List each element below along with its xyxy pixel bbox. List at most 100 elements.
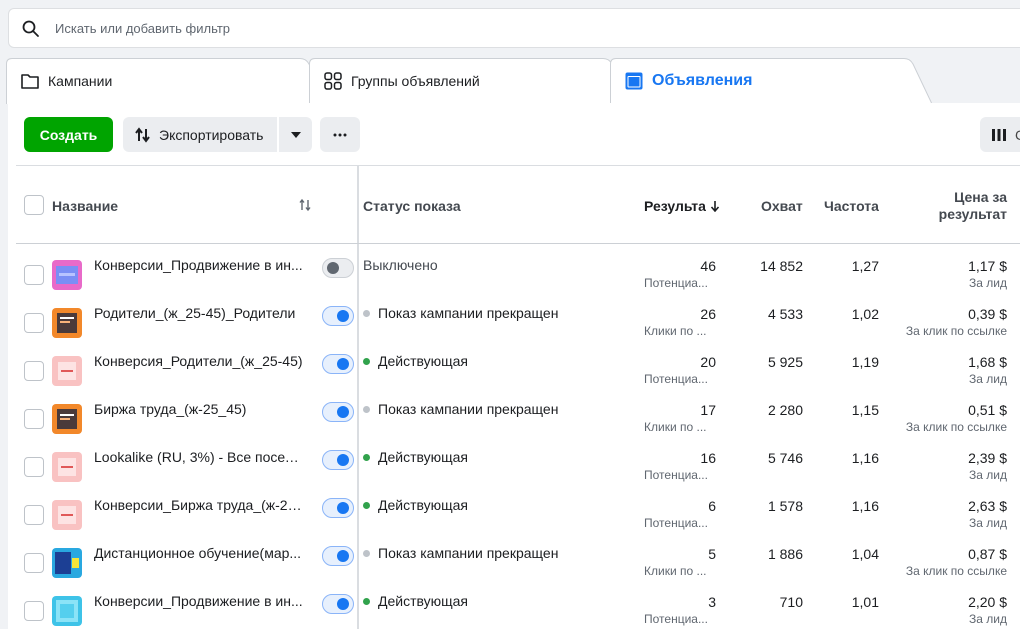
active-status-dot — [363, 453, 370, 461]
arrow-down-icon — [710, 201, 719, 213]
header-results-label: Результа — [644, 198, 706, 214]
ad-toggle[interactable] — [322, 306, 354, 326]
columns-label: C — [1015, 127, 1020, 143]
ad-thumbnail[interactable] — [52, 548, 82, 578]
inactive-status-dot — [363, 309, 370, 317]
table-row[interactable]: Родители_(ж_25-45)_Родители Показ кампани… — [8, 301, 1020, 349]
row-checkbox[interactable] — [24, 505, 44, 525]
toggle-knob — [337, 358, 349, 370]
row-checkbox[interactable] — [24, 313, 44, 333]
search-input[interactable] — [55, 18, 655, 38]
level-tabs: Кампании Группы объявлений Объявления — [0, 58, 1020, 104]
ad-toggle[interactable] — [322, 594, 354, 614]
header-name[interactable]: Название — [52, 198, 118, 214]
export-button[interactable]: Экспортировать — [123, 117, 277, 152]
ad-thumbnail[interactable] — [52, 404, 82, 434]
delivery-status-label: Показ кампании прекращен — [378, 305, 559, 321]
delivery-status-label: Действующая — [378, 353, 469, 369]
ad-toggle[interactable] — [322, 354, 354, 374]
delivery-status: Выключено — [363, 257, 438, 273]
delivery-status-label: Показ кампании прекращен — [378, 545, 559, 561]
table-row[interactable]: Конверсии_Биржа труда_(ж-25... Действующа… — [8, 493, 1020, 541]
cost-type: За лид — [969, 612, 1007, 626]
table-row[interactable]: Конверсия_Родители_(ж_25-45) Действующая 2… — [8, 349, 1020, 397]
results-value: 5 — [708, 546, 716, 562]
ad-thumbnail[interactable] — [52, 260, 82, 290]
reach-value: 14 852 — [760, 258, 803, 274]
ad-toggle[interactable] — [322, 402, 354, 422]
tab-ad-sets-label: Группы объявлений — [351, 73, 480, 89]
ad-thumbnail[interactable] — [52, 500, 82, 530]
toggle-knob — [337, 502, 349, 514]
toggle-knob — [327, 262, 339, 274]
row-checkbox[interactable] — [24, 409, 44, 429]
results-type: Потенциа... — [644, 612, 708, 626]
columns-button[interactable]: C — [980, 117, 1020, 152]
ad-name-link[interactable]: Биржа труда_(ж-25_45) — [94, 401, 304, 417]
results-value: 16 — [700, 450, 716, 466]
tab-campaigns-label: Кампании — [48, 73, 113, 89]
row-checkbox[interactable] — [24, 601, 44, 621]
row-checkbox[interactable] — [24, 457, 44, 477]
ad-name-link[interactable]: Конверсии_Продвижение в ин... — [94, 593, 304, 609]
table-row[interactable]: Конверсии_Продвижение в ин... Выключено 46… — [8, 253, 1020, 301]
ads-panel: Создать Экспортировать C Наз — [8, 103, 1020, 629]
ad-name-link[interactable]: Конверсии_Биржа труда_(ж-25... — [94, 497, 304, 513]
table-row[interactable]: Конверсии_Продвижение в ин... Действующая… — [8, 589, 1020, 629]
caret-down-icon — [290, 131, 301, 138]
header-cost-line1: Цена за — [954, 189, 1007, 205]
header-divider — [16, 243, 1020, 244]
ad-thumbnail[interactable] — [52, 356, 82, 386]
active-status-dot — [363, 501, 370, 509]
reach-value: 2 280 — [767, 402, 803, 418]
table-row[interactable]: Дистанционное обучение(мар... Показ кампа… — [8, 541, 1020, 589]
delivery-status: Действующая — [363, 593, 468, 609]
row-checkbox[interactable] — [24, 265, 44, 285]
row-checkbox[interactable] — [24, 361, 44, 381]
export-dropdown-button[interactable] — [279, 117, 312, 152]
frequency-value: 1,27 — [851, 258, 879, 274]
sort-icon[interactable] — [298, 198, 312, 212]
ad-toggle[interactable] — [322, 546, 354, 566]
ad-name-link[interactable]: Конверсии_Продвижение в ин... — [94, 257, 304, 273]
tab-campaigns[interactable]: Кампании — [6, 58, 336, 104]
row-checkbox[interactable] — [24, 553, 44, 573]
header-cost-line2: результат — [938, 206, 1007, 222]
frequency-value: 1,16 — [851, 450, 879, 466]
table-row[interactable]: Lookalike (RU, 3%) - Все посети... Действ… — [8, 445, 1020, 493]
cost-value: 0,51 $ — [968, 402, 1007, 418]
ad-name-link[interactable]: Дистанционное обучение(мар... — [94, 545, 304, 561]
results-type: Потенциа... — [644, 276, 708, 290]
delivery-status: Показ кампании прекращен — [363, 305, 558, 321]
ad-toggle[interactable] — [322, 258, 354, 278]
header-status[interactable]: Статус показа — [363, 198, 461, 214]
more-options-button[interactable] — [320, 117, 360, 152]
frequency-value: 1,02 — [851, 306, 879, 322]
ad-toggle[interactable] — [322, 450, 354, 470]
search-bar[interactable] — [8, 8, 1020, 48]
tab-ads[interactable]: Объявления — [610, 58, 940, 104]
cost-value: 0,87 $ — [968, 546, 1007, 562]
ad-thumbnail[interactable] — [52, 596, 82, 626]
create-button[interactable]: Создать — [24, 117, 113, 152]
header-results[interactable]: Результа — [644, 198, 720, 214]
cost-value: 2,63 $ — [968, 498, 1007, 514]
results-value: 46 — [700, 258, 716, 274]
header-reach[interactable]: Охват — [761, 198, 803, 214]
header-frequency[interactable]: Частота — [824, 198, 879, 214]
ad-name-link[interactable]: Конверсия_Родители_(ж_25-45) — [94, 353, 304, 369]
tab-ad-sets[interactable]: Группы объявлений — [309, 58, 639, 104]
ad-name-link[interactable]: Родители_(ж_25-45)_Родители — [94, 305, 304, 321]
select-all-checkbox[interactable] — [24, 195, 44, 215]
table-row[interactable]: Биржа труда_(ж-25_45) Показ кампании прек… — [8, 397, 1020, 445]
ad-thumbnail[interactable] — [52, 452, 82, 482]
toggle-knob — [337, 310, 349, 322]
results-type: Потенциа... — [644, 516, 708, 530]
ad-toggle[interactable] — [322, 498, 354, 518]
header-cost[interactable]: Цена за результат — [908, 189, 1007, 223]
delivery-status: Показ кампании прекращен — [363, 401, 558, 417]
ad-name-link[interactable]: Lookalike (RU, 3%) - Все посети... — [94, 449, 304, 465]
ad-thumbnail[interactable] — [52, 308, 82, 338]
results-value: 17 — [700, 402, 716, 418]
delivery-status: Действующая — [363, 353, 468, 369]
